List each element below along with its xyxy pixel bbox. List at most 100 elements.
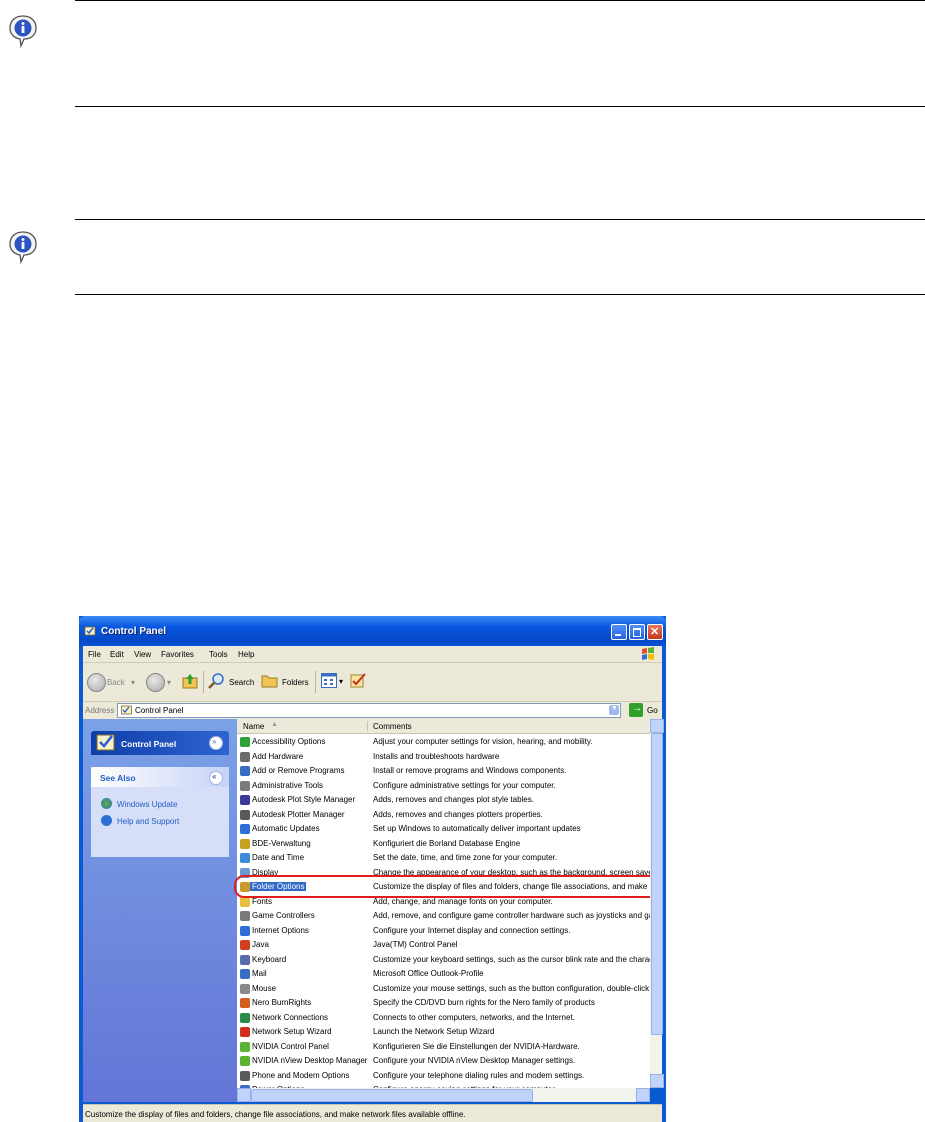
maximize-button[interactable] xyxy=(629,624,645,640)
task-check-icon[interactable] xyxy=(350,672,367,689)
collapse-button[interactable]: » xyxy=(209,736,223,750)
control-panel-item-icon xyxy=(240,983,250,994)
chevron-down-icon: » xyxy=(212,737,217,746)
item-comment: Configure your NVIDIA nView Desktop Mana… xyxy=(373,1056,576,1065)
address-dropdown-button[interactable]: ▼ xyxy=(609,705,619,715)
list-item[interactable]: BDE-Verwaltung Konfiguriert die Borland D… xyxy=(237,837,650,851)
column-header-comments[interactable]: Comments xyxy=(373,722,412,731)
item-name: NVIDIA Control Panel xyxy=(252,1041,329,1051)
help-and-support-link[interactable]: Help and Support xyxy=(117,817,179,826)
title-bar[interactable]: Control Panel ✕ xyxy=(79,616,666,646)
views-dropdown[interactable]: ▾ xyxy=(339,677,343,686)
control-panel-item-icon xyxy=(240,1041,250,1052)
list-item[interactable]: Mouse Customize your mouse settings, such… xyxy=(237,982,650,996)
status-bar: Customize the display of files and folde… xyxy=(83,1104,662,1122)
list-item[interactable]: Keyboard Customize your keyboard settings… xyxy=(237,953,650,967)
go-button-label[interactable]: Go xyxy=(647,706,658,715)
list-item[interactable]: Administrative Tools Configure administra… xyxy=(237,779,650,793)
item-name: Nero BurnRights xyxy=(252,998,312,1007)
menu-help[interactable]: Help xyxy=(238,650,254,659)
menu-favorites[interactable]: Favorites xyxy=(161,650,194,659)
horizontal-scrollbar[interactable] xyxy=(237,1088,650,1102)
scroll-down-button[interactable] xyxy=(650,1074,664,1088)
divider xyxy=(75,294,925,295)
list-item[interactable]: Phone and Modem Options Configure your te… xyxy=(237,1069,650,1083)
list-header: Name ▲ Comments xyxy=(237,719,650,734)
item-name: Internet Options xyxy=(252,925,309,935)
list-item[interactable]: Network Setup Wizard Launch the Network S… xyxy=(237,1025,650,1039)
control-panel-window: Control Panel ✕ File Edit View Favorites… xyxy=(79,616,666,1122)
search-button-label[interactable]: Search xyxy=(229,678,254,687)
item-comment: Specify the CD/DVD burn rights for the N… xyxy=(373,998,595,1007)
scroll-left-button[interactable] xyxy=(237,1088,251,1102)
back-dropdown[interactable]: ▾ xyxy=(131,678,135,687)
item-name: Automatic Updates xyxy=(252,824,320,833)
scroll-thumb[interactable] xyxy=(251,1089,533,1102)
status-text: Customize the display of files and folde… xyxy=(85,1110,466,1119)
scroll-thumb[interactable] xyxy=(651,733,663,1035)
list-item[interactable]: Automatic Updates Set up Windows to autom… xyxy=(237,822,650,836)
list-item[interactable]: Add Hardware Installs and troubleshoots h… xyxy=(237,750,650,764)
list-item[interactable]: Date and Time Set the date, time, and tim… xyxy=(237,851,650,865)
list-item[interactable]: Add or Remove Programs Install or remove … xyxy=(237,764,650,778)
control-panel-item-icon xyxy=(240,1070,250,1081)
address-input[interactable]: Control Panel ▼ xyxy=(117,703,621,718)
list-item[interactable]: Nero BurnRights Specify the CD/DVD burn r… xyxy=(237,996,650,1010)
item-comment: Launch the Network Setup Wizard xyxy=(373,1027,495,1036)
forward-icon[interactable] xyxy=(146,673,165,692)
item-name: Keyboard xyxy=(252,954,287,964)
views-icon[interactable] xyxy=(321,673,337,688)
sort-ascending-icon: ▲ xyxy=(271,721,278,728)
address-label: Address xyxy=(85,706,115,715)
item-name: Phone and Modem Options xyxy=(252,1070,350,1080)
see-also-header[interactable]: See Also « xyxy=(91,767,229,787)
list-item[interactable]: NVIDIA nView Desktop Manager Configure yo… xyxy=(237,1054,650,1068)
column-header-name[interactable]: Name xyxy=(243,722,264,731)
close-button[interactable]: ✕ xyxy=(647,624,663,640)
list-item[interactable]: Autodesk Plot Style Manager Adds, removes… xyxy=(237,793,650,807)
list-item[interactable]: NVIDIA Control Panel Konfigurieren Sie di… xyxy=(237,1040,650,1054)
control-panel-item-icon xyxy=(240,896,250,907)
item-comment: Customize your keyboard settings, such a… xyxy=(373,954,650,964)
item-name: Network Connections xyxy=(252,1012,329,1022)
control-panel-item-icon xyxy=(240,911,250,921)
vertical-scrollbar[interactable] xyxy=(650,719,664,1088)
control-panel-item-icon xyxy=(240,925,250,936)
item-name: Autodesk Plot Style Manager xyxy=(252,795,356,804)
control-panel-item-icon xyxy=(240,751,250,762)
folders-icon[interactable] xyxy=(261,673,279,689)
list-item[interactable]: Autodesk Plotter Manager Adds, removes an… xyxy=(237,808,650,822)
folders-button-label[interactable]: Folders xyxy=(282,678,309,687)
control-panel-list: Name ▲ Comments Accessibility Options Adj… xyxy=(237,719,650,1095)
search-icon[interactable] xyxy=(207,672,225,690)
menu-tools[interactable]: Tools xyxy=(209,650,228,659)
go-icon[interactable]: → xyxy=(629,703,643,717)
menu-edit[interactable]: Edit xyxy=(110,650,124,659)
list-item[interactable]: Network Connections Connects to other com… xyxy=(237,1011,650,1025)
scroll-up-button[interactable] xyxy=(650,719,664,733)
column-divider[interactable] xyxy=(367,721,368,731)
list-item[interactable]: Internet Options Configure your Internet … xyxy=(237,924,650,938)
up-folder-icon[interactable] xyxy=(181,672,199,690)
back-icon[interactable] xyxy=(87,673,106,692)
collapse-button[interactable]: « xyxy=(209,771,223,785)
divider xyxy=(75,106,925,107)
list-item[interactable]: Java Java(TM) Control Panel xyxy=(237,938,650,952)
back-button-label[interactable]: Back xyxy=(107,678,125,687)
list-item[interactable]: Mail Microsoft Office Outlook-Profile xyxy=(237,967,650,981)
minimize-button[interactable] xyxy=(611,624,627,640)
control-panel-item-icon xyxy=(240,838,250,849)
list-item[interactable]: Game Controllers Add, remove, and configu… xyxy=(237,909,650,923)
control-panel-item-icon xyxy=(240,969,250,979)
see-also-title: See Also xyxy=(100,773,136,783)
control-panel-item-icon xyxy=(240,853,250,863)
control-panel-item-icon xyxy=(240,1056,250,1066)
forward-dropdown[interactable]: ▾ xyxy=(167,678,171,687)
task-pane-header[interactable]: Control Panel » xyxy=(91,731,229,755)
scroll-right-button[interactable] xyxy=(636,1088,650,1102)
control-panel-item-icon xyxy=(240,737,250,747)
menu-file[interactable]: File xyxy=(88,650,101,659)
windows-update-link[interactable]: Windows Update xyxy=(117,800,177,809)
list-item[interactable]: Accessibility Options Adjust your compute… xyxy=(237,735,650,749)
menu-view[interactable]: View xyxy=(134,650,151,659)
